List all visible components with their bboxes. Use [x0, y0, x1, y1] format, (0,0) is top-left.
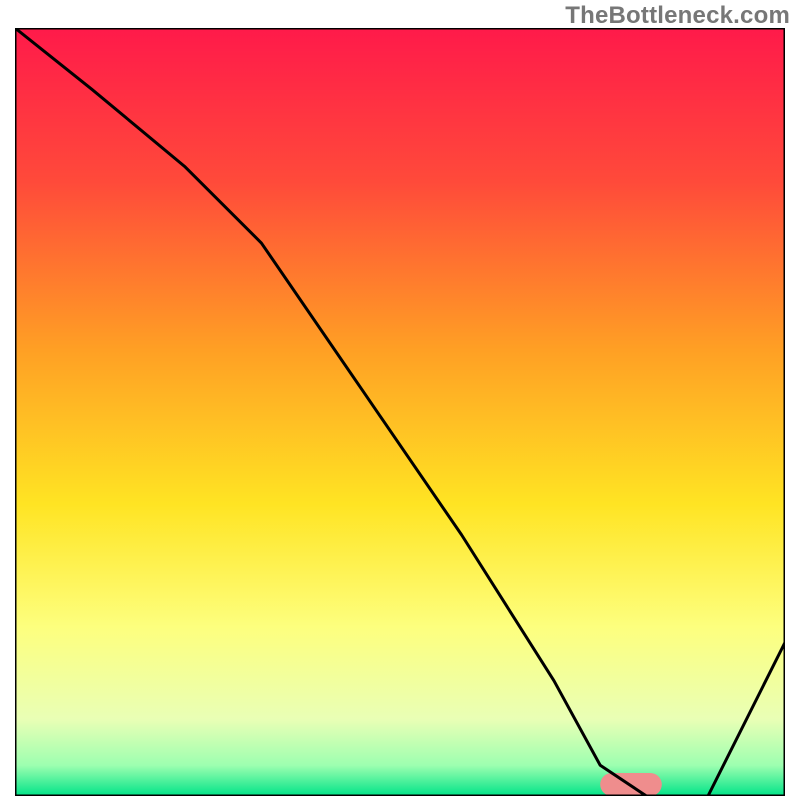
chart-svg — [15, 28, 785, 796]
gradient-background — [15, 28, 785, 796]
chart-container: TheBottleneck.com — [0, 0, 800, 800]
watermark-label: TheBottleneck.com — [565, 2, 790, 30]
plot-area — [15, 28, 785, 796]
